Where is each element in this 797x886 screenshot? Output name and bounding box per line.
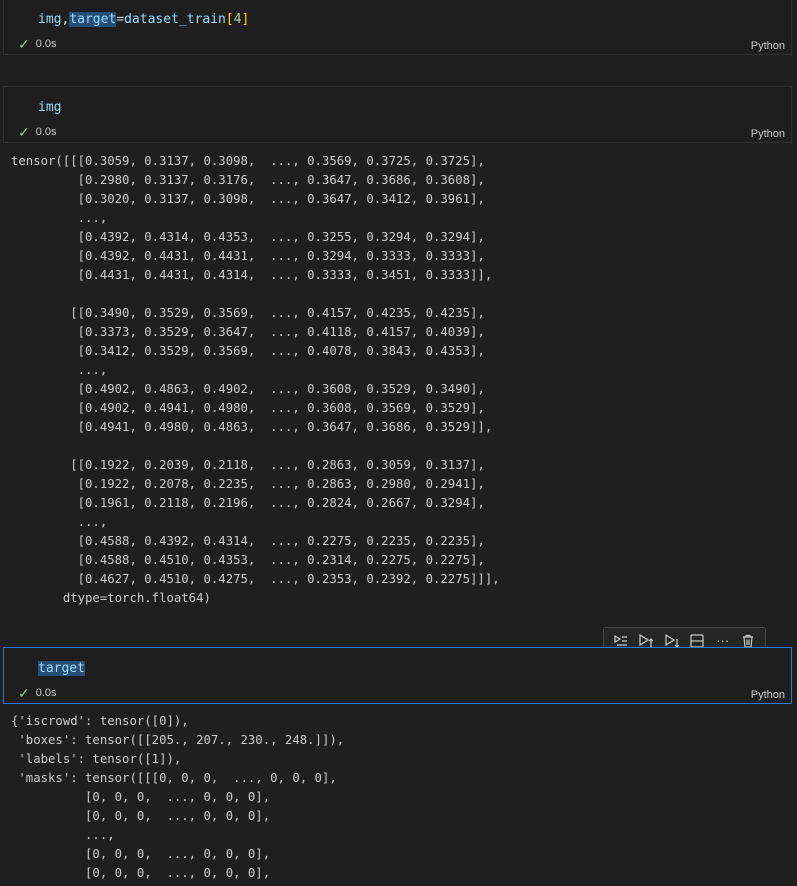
cell-1-status: ✓ 0.0s <box>18 36 57 52</box>
execution-time: 0.0s <box>35 38 57 50</box>
cell-1-editor[interactable]: img,target=dataset_train[4] <box>38 12 249 27</box>
success-check-icon: ✓ <box>18 685 30 701</box>
success-check-icon: ✓ <box>18 36 30 52</box>
cell-2-status: ✓ 0.0s <box>18 124 57 140</box>
cell-3-output: {'iscrowd': tensor([0]), 'boxes': tensor… <box>11 714 345 880</box>
code-cell-3[interactable]: target ✓ 0.0s Python <box>3 647 792 704</box>
cell-3-editor[interactable]: target <box>38 661 85 676</box>
language-picker[interactable]: Python <box>751 128 785 140</box>
success-check-icon: ✓ <box>18 124 30 140</box>
code-cell-1[interactable]: img,target=dataset_train[4] ✓ 0.0s Pytho… <box>3 0 792 55</box>
code-cell-2[interactable]: img ✓ 0.0s Python <box>3 86 792 143</box>
cell-3-status: ✓ 0.0s <box>18 685 57 701</box>
cell-2-editor[interactable]: img <box>38 100 61 115</box>
language-picker[interactable]: Python <box>751 40 785 52</box>
cell-2-output: tensor([[[0.3059, 0.3137, 0.3098, ..., 0… <box>11 154 500 605</box>
execution-time: 0.0s <box>35 126 57 138</box>
execution-time: 0.0s <box>35 687 57 699</box>
language-picker[interactable]: Python <box>751 689 785 701</box>
